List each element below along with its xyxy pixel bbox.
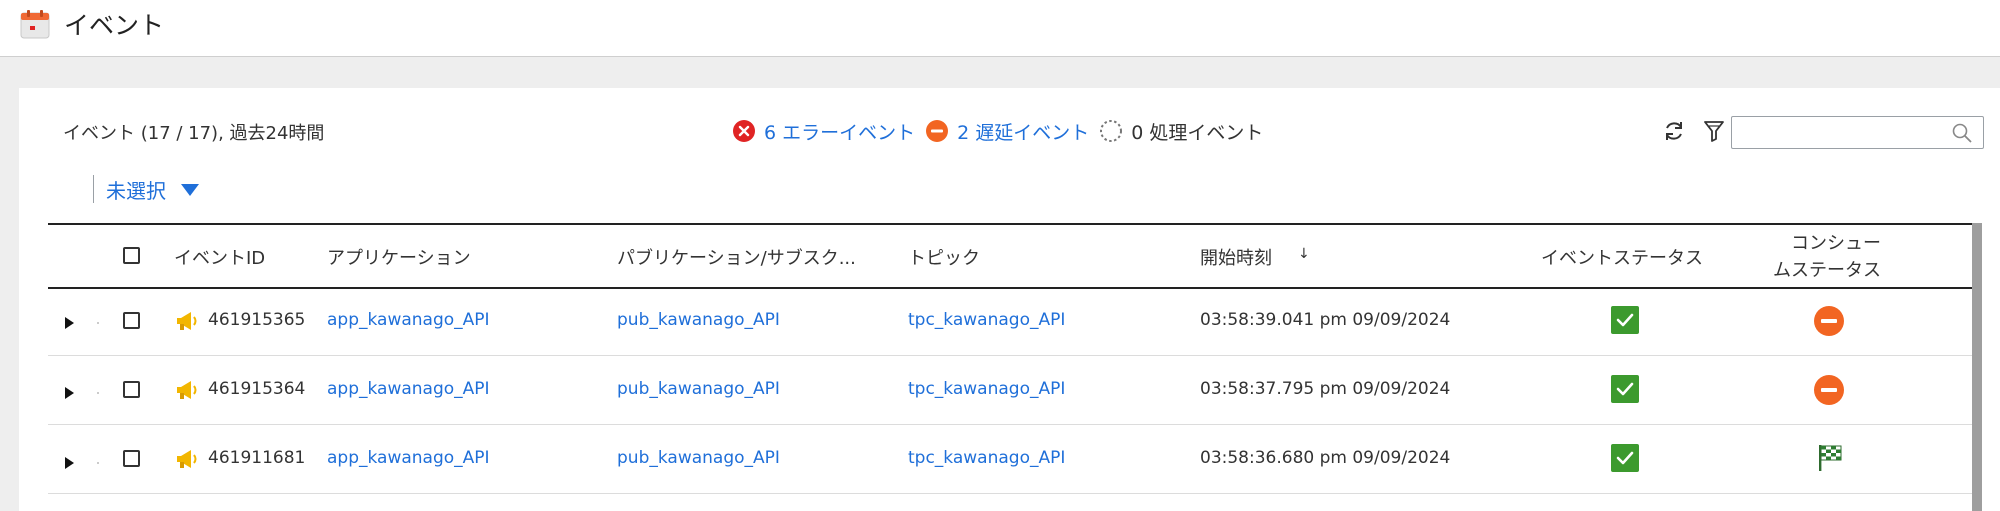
success-check-icon[interactable] [1611, 444, 1639, 476]
row-marker [97, 322, 99, 324]
table-row[interactable]: 461911681 app_kawanago_API pub_kawanago_… [48, 425, 1974, 494]
search-icon[interactable] [1951, 122, 1973, 144]
pubsub-link[interactable]: pub_kawanago_API [617, 379, 780, 399]
row-checkbox[interactable] [123, 312, 140, 329]
megaphone-icon [174, 378, 200, 406]
header-start-time[interactable]: 開始時刻 [1200, 244, 1272, 270]
error-events-link[interactable]: 6 エラーイベント [732, 118, 915, 145]
expand-row-icon[interactable] [65, 387, 74, 399]
header-application[interactable]: アプリケーション [327, 244, 471, 270]
event-id: 461915365 [208, 310, 306, 330]
topic-link[interactable]: tpc_kawanago_API [908, 379, 1065, 399]
pubsub-link[interactable]: pub_kawanago_API [617, 310, 780, 330]
search-input[interactable] [1738, 119, 1942, 148]
row-checkbox[interactable] [123, 450, 140, 467]
application-link[interactable]: app_kawanago_API [327, 379, 490, 399]
header-consume-status-line1[interactable]: コンシュー [1791, 229, 1881, 255]
sort-desc-icon[interactable]: ↓ [1298, 246, 1310, 262]
filter-divider [93, 175, 94, 203]
application-link[interactable]: app_kawanago_API [327, 310, 490, 330]
search-field[interactable] [1731, 116, 1984, 149]
table-row[interactable]: 461915365 app_kawanago_API pub_kawanago_… [48, 287, 1974, 356]
header-topic[interactable]: トピック [908, 244, 980, 270]
delay-minus-icon [925, 119, 949, 143]
error-x-icon [732, 119, 756, 143]
table-row[interactable]: 461915364 app_kawanago_API pub_kawanago_… [48, 356, 1974, 425]
event-id: 461911681 [208, 448, 306, 468]
megaphone-icon [174, 309, 200, 337]
top-bar: イベント [0, 0, 2000, 57]
header-consume-status-line2[interactable]: ムステータス [1773, 256, 1881, 282]
delay-minus-icon[interactable] [1814, 306, 1844, 340]
error-events-label: 6 エラーイベント [764, 121, 916, 144]
event-id: 461915364 [208, 379, 306, 399]
table-header: イベントID アプリケーション パブリケーション/サブスク... トピック 開始… [48, 223, 1974, 289]
processing-events-label: 0 処理イベント [1131, 121, 1264, 144]
header-event-status[interactable]: イベントステータス [1541, 244, 1703, 270]
row-marker [97, 392, 99, 394]
row-checkbox[interactable] [123, 381, 140, 398]
expand-row-icon[interactable] [65, 317, 74, 329]
filter-icon[interactable] [1701, 118, 1727, 144]
success-check-icon[interactable] [1611, 375, 1639, 407]
start-time: 03:58:36.680 pm 09/09/2024 [1200, 448, 1451, 468]
caret-down-icon[interactable] [180, 182, 200, 196]
start-time: 03:58:39.041 pm 09/09/2024 [1200, 310, 1451, 330]
delay-events-link[interactable]: 2 遅延イベント [925, 118, 1089, 145]
start-time: 03:58:37.795 pm 09/09/2024 [1200, 379, 1451, 399]
events-summary: イベント (17 / 17), 過去24時間 [63, 123, 325, 144]
row-marker [97, 462, 99, 464]
delay-events-label: 2 遅延イベント [957, 121, 1090, 144]
processing-events: 0 処理イベント [1099, 118, 1263, 145]
events-table: イベントID アプリケーション パブリケーション/サブスク... トピック 開始… [48, 223, 1974, 511]
topic-link[interactable]: tpc_kawanago_API [908, 448, 1065, 468]
delay-minus-icon[interactable] [1814, 375, 1844, 409]
filter-selector[interactable]: 未選択 [93, 174, 200, 204]
success-check-icon[interactable] [1611, 306, 1639, 338]
processing-spinner-icon [1099, 119, 1123, 143]
status-counts: 6 エラーイベント 2 遅延イベント 0 処理イベント [732, 117, 1273, 145]
megaphone-icon [174, 447, 200, 475]
header-event-id[interactable]: イベントID [174, 244, 265, 270]
pubsub-link[interactable]: pub_kawanago_API [617, 448, 780, 468]
application-link[interactable]: app_kawanago_API [327, 448, 490, 468]
refresh-icon[interactable] [1661, 118, 1687, 144]
table-scrollbar[interactable] [1972, 223, 1982, 511]
page-title: イベント [64, 11, 165, 40]
header-pubsub[interactable]: パブリケーション/サブスク... [617, 244, 856, 270]
expand-row-icon[interactable] [65, 457, 74, 469]
select-all-checkbox[interactable] [123, 247, 140, 264]
calendar-icon [20, 9, 50, 39]
filter-label: 未選択 [106, 178, 166, 203]
checkered-flag-icon[interactable] [1816, 443, 1846, 477]
topic-link[interactable]: tpc_kawanago_API [908, 310, 1065, 330]
